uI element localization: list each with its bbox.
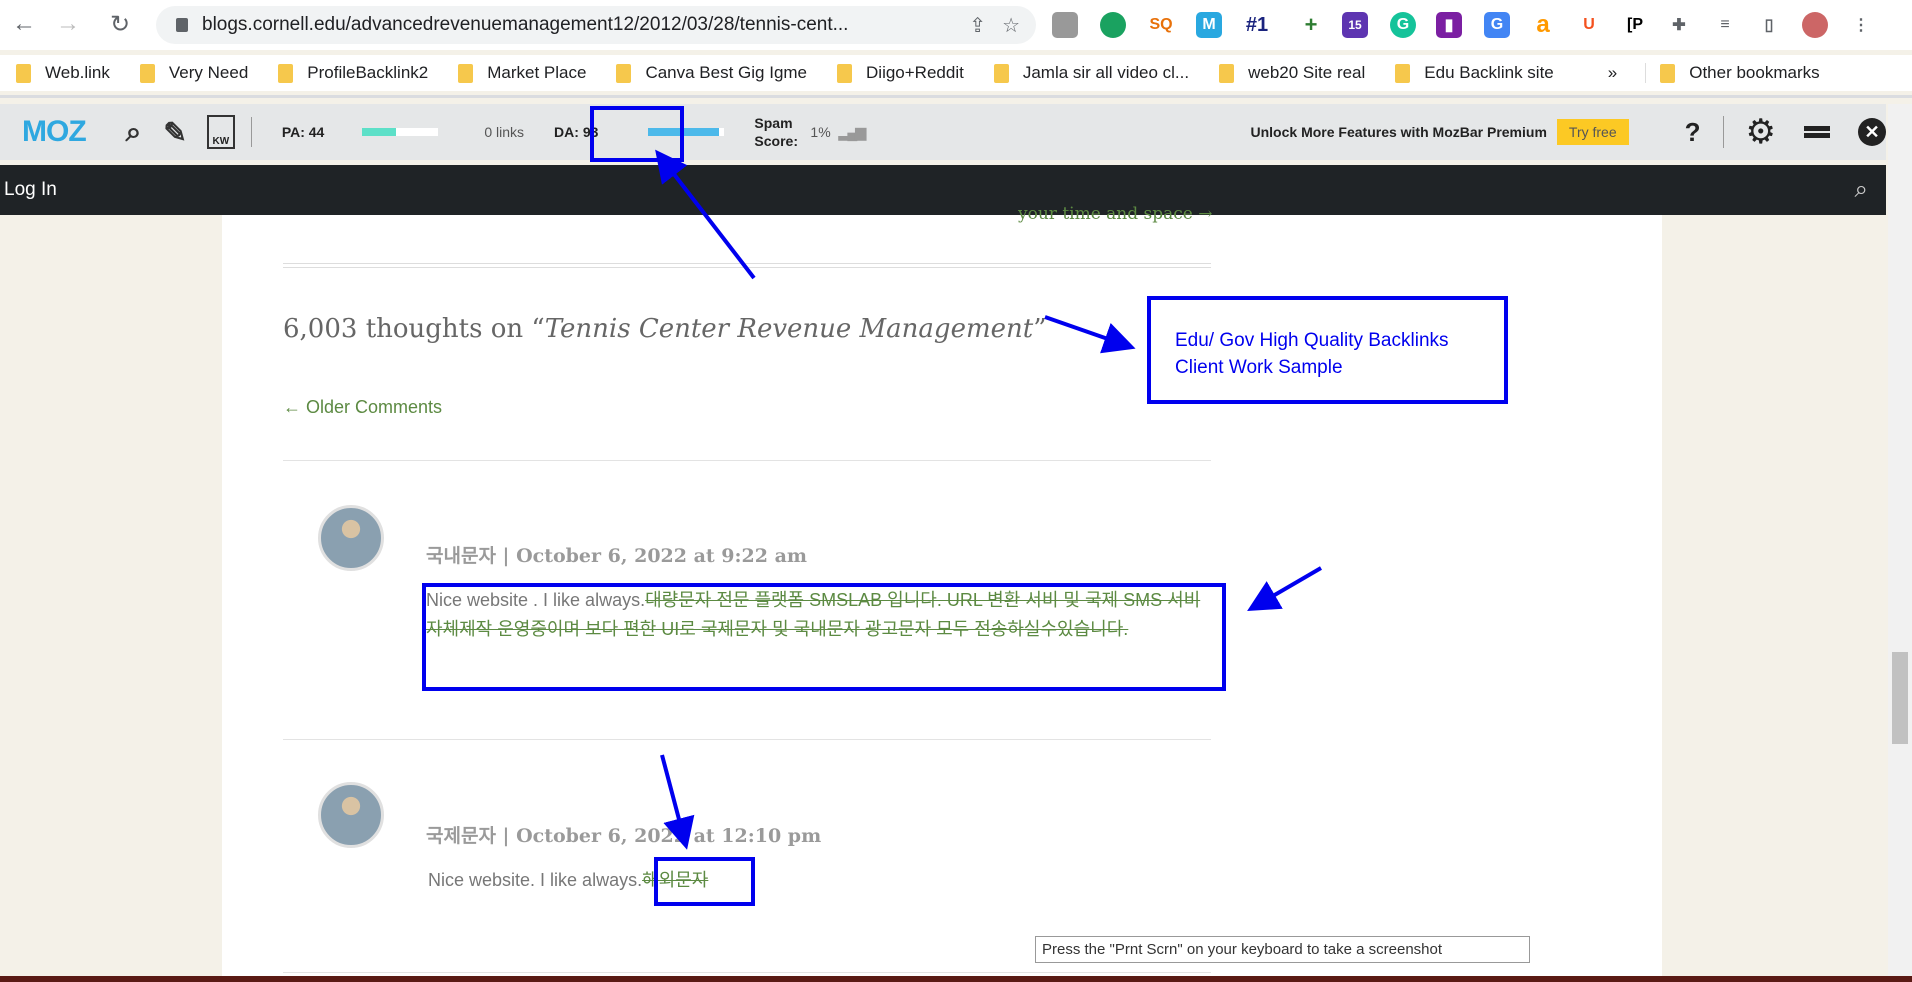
scrollbar-thumb[interactable] xyxy=(1892,652,1908,744)
tooltip: Press the "Prnt Scrn" on your keyboard t… xyxy=(1035,936,1530,963)
taskbar-edge xyxy=(0,976,1912,982)
annotation-arrows xyxy=(655,149,1323,850)
arrow xyxy=(660,754,695,850)
scrollbar[interactable] xyxy=(1888,104,1912,976)
arrow xyxy=(1247,566,1323,612)
arrow xyxy=(1044,315,1136,354)
arrow xyxy=(655,149,756,280)
